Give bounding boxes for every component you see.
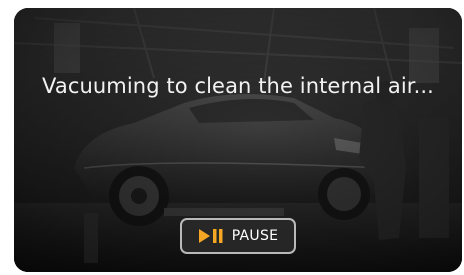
pause-button[interactable]: PAUSE bbox=[180, 218, 296, 254]
display-screen: Vacuuming to clean the internal air... P… bbox=[14, 8, 462, 272]
play-pause-icon bbox=[198, 228, 224, 244]
app-window: Vacuuming to clean the internal air... P… bbox=[0, 0, 464, 275]
pause-label: PAUSE bbox=[231, 228, 279, 244]
status-message: Vacuuming to clean the internal air... bbox=[42, 74, 434, 98]
